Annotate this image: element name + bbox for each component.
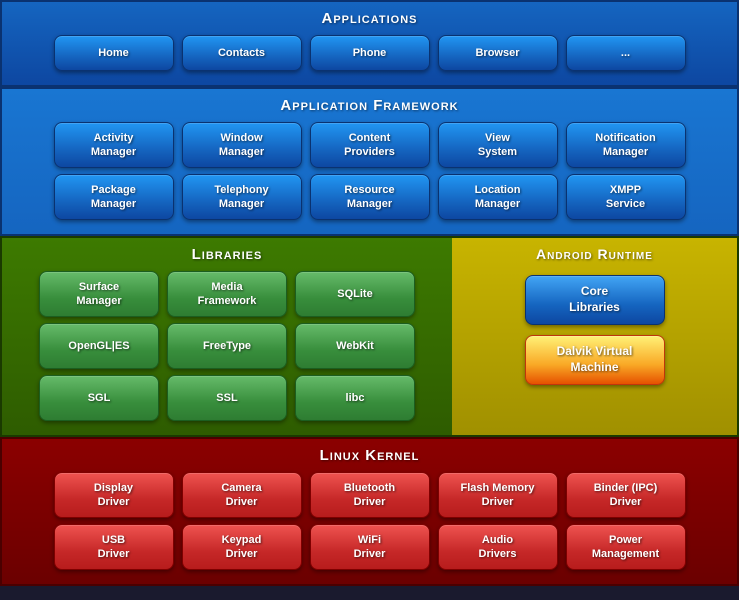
applications-row: Home Contacts Phone Browser ... [12,35,727,71]
dalvik-vm-btn[interactable]: Dalvik VirtualMachine [525,335,665,385]
media-framework-btn[interactable]: MediaFramework [167,271,287,317]
sqlite-btn[interactable]: SQLite [295,271,415,317]
sgl-btn[interactable]: SGL [39,375,159,421]
libc-btn[interactable]: libc [295,375,415,421]
libraries-row2: OpenGL|ES FreeType WebKit [12,323,442,369]
framework-title: Application Framework [12,97,727,114]
kernel-row2: USBDriver KeypadDriver WiFiDriver AudioD… [12,524,727,570]
package-manager-btn[interactable]: PackageManager [54,174,174,220]
view-system-btn[interactable]: ViewSystem [438,122,558,168]
core-libraries-btn[interactable]: CoreLibraries [525,275,665,325]
app-more-btn[interactable]: ... [566,35,686,71]
framework-row1: ActivityManager WindowManager ContentPro… [12,122,727,168]
keypad-driver-btn[interactable]: KeypadDriver [182,524,302,570]
telephony-manager-btn[interactable]: TelephonyManager [182,174,302,220]
opengl-es-btn[interactable]: OpenGL|ES [39,323,159,369]
kernel-title: Linux Kernel [12,447,727,464]
app-phone-btn[interactable]: Phone [310,35,430,71]
flash-memory-driver-btn[interactable]: Flash MemoryDriver [438,472,558,518]
libraries-title: Libraries [12,246,442,263]
runtime-buttons: CoreLibraries Dalvik VirtualMachine [525,275,665,385]
location-manager-btn[interactable]: LocationManager [438,174,558,220]
camera-driver-btn[interactable]: CameraDriver [182,472,302,518]
framework-section: Application Framework ActivityManager Wi… [0,87,739,236]
android-runtime-section: Android Runtime CoreLibraries Dalvik Vir… [452,238,737,435]
libraries-row3: SGL SSL libc [12,375,442,421]
main-container: Applications Home Contacts Phone Browser… [0,0,739,586]
audio-drivers-btn[interactable]: AudioDrivers [438,524,558,570]
content-providers-btn[interactable]: ContentProviders [310,122,430,168]
ssl-btn[interactable]: SSL [167,375,287,421]
libraries-section: Libraries SurfaceManager MediaFramework … [2,238,452,435]
app-browser-btn[interactable]: Browser [438,35,558,71]
app-home-btn[interactable]: Home [54,35,174,71]
webkit-btn[interactable]: WebKit [295,323,415,369]
kernel-row1: DisplayDriver CameraDriver BluetoothDriv… [12,472,727,518]
activity-manager-btn[interactable]: ActivityManager [54,122,174,168]
android-runtime-title: Android Runtime [536,246,653,262]
xmpp-service-btn[interactable]: XMPPService [566,174,686,220]
display-driver-btn[interactable]: DisplayDriver [54,472,174,518]
middle-section: Libraries SurfaceManager MediaFramework … [0,236,739,437]
applications-title: Applications [12,10,727,27]
kernel-section: Linux Kernel DisplayDriver CameraDriver … [0,437,739,586]
libraries-row1: SurfaceManager MediaFramework SQLite [12,271,442,317]
surface-manager-btn[interactable]: SurfaceManager [39,271,159,317]
resource-manager-btn[interactable]: ResourceManager [310,174,430,220]
framework-row2: PackageManager TelephonyManager Resource… [12,174,727,220]
bluetooth-driver-btn[interactable]: BluetoothDriver [310,472,430,518]
app-contacts-btn[interactable]: Contacts [182,35,302,71]
notification-manager-btn[interactable]: NotificationManager [566,122,686,168]
wifi-driver-btn[interactable]: WiFiDriver [310,524,430,570]
freetype-btn[interactable]: FreeType [167,323,287,369]
applications-section: Applications Home Contacts Phone Browser… [0,0,739,87]
usb-driver-btn[interactable]: USBDriver [54,524,174,570]
power-management-btn[interactable]: PowerManagement [566,524,686,570]
window-manager-btn[interactable]: WindowManager [182,122,302,168]
binder-ipc-driver-btn[interactable]: Binder (IPC)Driver [566,472,686,518]
